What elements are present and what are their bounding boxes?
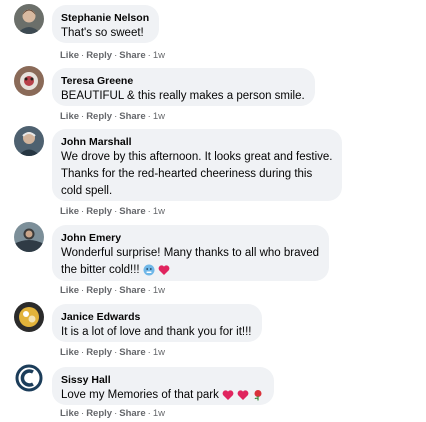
avatar-john-emery[interactable]	[14, 222, 44, 252]
share-button[interactable]: Share	[119, 285, 145, 296]
share-button[interactable]: Share	[119, 111, 145, 122]
comment-actions: Like · Reply · Share · 1w	[60, 285, 165, 296]
rose-emoji	[252, 389, 264, 401]
avatar-sissy-hall[interactable]	[14, 363, 44, 393]
comment-text: It is a lot of love and thank you for it…	[61, 326, 252, 338]
comment-text: That's so sweet!	[61, 27, 144, 39]
comment-timestamp[interactable]: 1w	[153, 285, 165, 296]
like-button[interactable]: Like	[60, 285, 79, 296]
comment-author[interactable]: Janice Edwards	[61, 310, 252, 324]
comment-actions: Like · Reply · Share · 1w	[60, 347, 165, 358]
comment-author[interactable]: Stephanie Nelson	[61, 11, 149, 25]
avatar-john-marshall[interactable]	[14, 126, 44, 156]
reply-button[interactable]: Reply	[86, 285, 112, 296]
reply-button[interactable]: Reply	[86, 111, 112, 122]
avatar-stephanie-nelson[interactable]	[14, 4, 44, 34]
comment-bubble: Teresa Greene BEAUTIFUL & this really ma…	[52, 68, 315, 106]
comment-timestamp[interactable]: 1w	[153, 347, 165, 358]
like-button[interactable]: Like	[60, 347, 79, 358]
avatar-janice-edwards[interactable]	[14, 302, 44, 332]
like-button[interactable]: Like	[60, 111, 79, 122]
comment-bubble: John Emery Wonderful surprise! Many than…	[52, 225, 330, 281]
comment-text: Love my Memories of that park	[61, 387, 264, 404]
share-button[interactable]: Share	[119, 50, 145, 61]
comment-text: Wonderful surprise! Many thanks to all w…	[61, 247, 320, 276]
comment-timestamp[interactable]: 1w	[153, 50, 165, 61]
comment-actions: Like · Reply · Share · 1w	[60, 50, 165, 61]
red-heart-emoji	[237, 389, 249, 401]
share-button[interactable]: Share	[119, 206, 145, 217]
comment-bubble: Stephanie Nelson That's so sweet!	[52, 5, 160, 43]
comment-author[interactable]: John Emery	[61, 231, 319, 245]
comment-bubble: Sissy Hall Love my Memories of that park	[52, 367, 274, 405]
share-button[interactable]: Share	[119, 408, 145, 419]
reply-button[interactable]: Reply	[86, 206, 112, 217]
reply-button[interactable]: Reply	[86, 408, 112, 419]
comment-bubble: John Marshall We drove by this afternoon…	[52, 129, 343, 201]
comment-thread: Stephanie Nelson That's so sweet! Like · R…	[0, 0, 426, 422]
comment-actions: Like · Reply · Share · 1w	[60, 408, 165, 419]
share-button[interactable]: Share	[119, 347, 145, 358]
comment-actions: Like · Reply · Share · 1w	[60, 111, 165, 122]
comment-timestamp[interactable]: 1w	[153, 408, 165, 419]
comment-timestamp[interactable]: 1w	[153, 111, 165, 122]
like-button[interactable]: Like	[60, 206, 79, 217]
cold-face-emoji	[143, 264, 155, 276]
like-button[interactable]: Like	[60, 408, 79, 419]
comment-text: We drove by this afternoon. It looks gre…	[61, 151, 333, 197]
avatar-teresa-greene[interactable]	[14, 66, 44, 96]
red-heart-emoji	[158, 264, 170, 276]
comment-timestamp[interactable]: 1w	[153, 206, 165, 217]
comment-author[interactable]: John Marshall	[61, 135, 332, 149]
comment-actions: Like · Reply · Share · 1w	[60, 206, 165, 217]
comment-bubble: Janice Edwards It is a lot of love and t…	[52, 304, 262, 342]
reply-button[interactable]: Reply	[86, 50, 112, 61]
reply-button[interactable]: Reply	[86, 347, 112, 358]
comment-author[interactable]: Teresa Greene	[61, 74, 305, 88]
comment-author[interactable]: Sissy Hall	[61, 373, 264, 387]
comment-text: BEAUTIFUL & this really makes a person s…	[61, 90, 305, 102]
red-heart-emoji	[222, 389, 234, 401]
like-button[interactable]: Like	[60, 50, 79, 61]
